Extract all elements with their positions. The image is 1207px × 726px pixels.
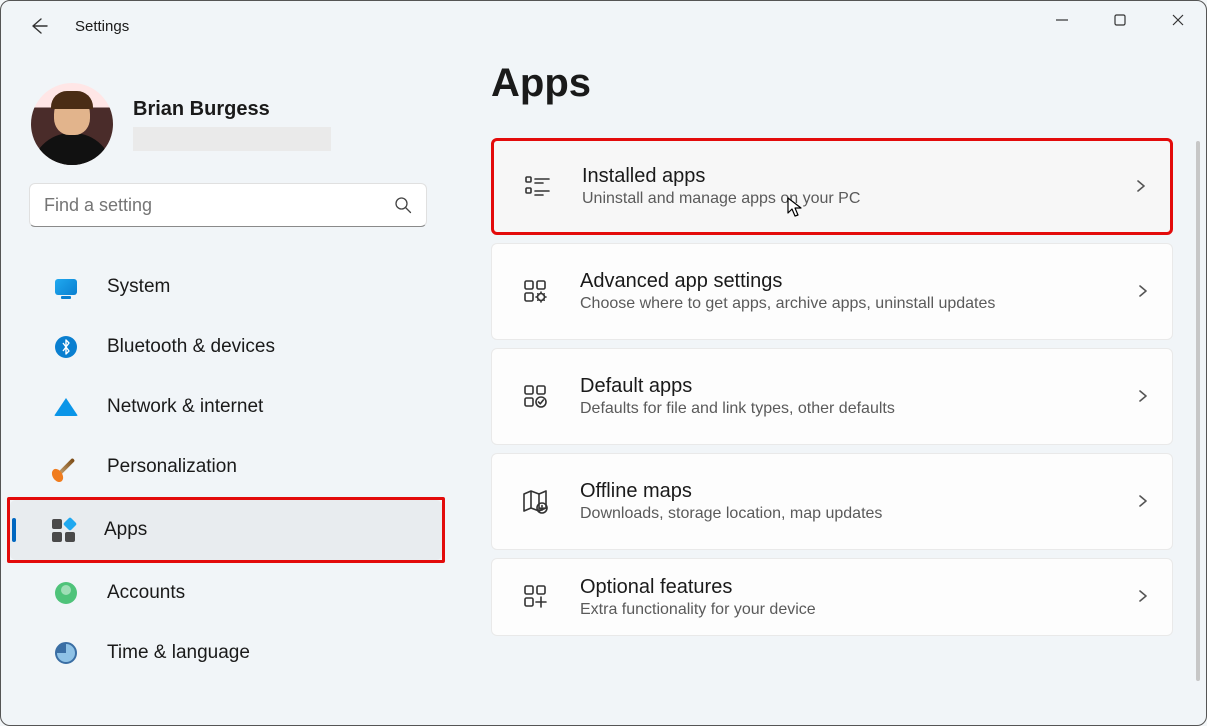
chevron-right-icon xyxy=(1136,284,1152,300)
content: Apps Installed apps Uninstall and manage… xyxy=(451,51,1206,725)
offline-maps-icon xyxy=(522,488,550,516)
card-desc: Defaults for file and link types, other … xyxy=(580,400,1136,418)
nav-bluetooth[interactable]: Bluetooth & devices xyxy=(13,317,439,377)
nav-time[interactable]: Time & language xyxy=(13,623,439,683)
chevron-right-icon xyxy=(1136,389,1152,405)
user-email-redacted xyxy=(133,127,331,151)
highlight-annotation-nav: Apps xyxy=(7,497,445,563)
card-title: Advanced app settings xyxy=(580,270,1136,293)
nav-accounts[interactable]: Accounts xyxy=(13,563,439,623)
avatar xyxy=(31,83,113,165)
brush-icon xyxy=(53,454,79,480)
page-title: Apps xyxy=(491,61,1176,106)
optional-features-icon xyxy=(522,583,550,611)
cards-list: Installed apps Uninstall and manage apps… xyxy=(491,138,1173,636)
nav-apps[interactable]: Apps xyxy=(10,500,442,560)
back-button[interactable] xyxy=(27,14,51,38)
chevron-right-icon xyxy=(1134,179,1150,195)
nav-label: Time & language xyxy=(107,642,250,664)
card-title: Installed apps xyxy=(582,165,1134,188)
chevron-right-icon xyxy=(1136,494,1152,510)
user-profile[interactable]: Brian Burgess xyxy=(1,61,451,183)
card-desc: Downloads, storage location, map updates xyxy=(580,505,1136,523)
card-advanced-app-settings[interactable]: Advanced app settings Choose where to ge… xyxy=(491,243,1173,340)
titlebar: Settings xyxy=(1,1,1206,51)
card-default-apps[interactable]: Default apps Defaults for file and link … xyxy=(491,348,1173,445)
window-title: Settings xyxy=(75,18,129,35)
nav-network[interactable]: Network & internet xyxy=(13,377,439,437)
chevron-right-icon xyxy=(1136,589,1152,605)
card-installed-apps[interactable]: Installed apps Uninstall and manage apps… xyxy=(491,138,1173,235)
card-desc: Uninstall and manage apps on your PC xyxy=(582,190,1134,208)
user-name: Brian Burgess xyxy=(133,98,331,121)
apps-icon xyxy=(50,517,76,543)
nav-label: Personalization xyxy=(107,456,237,478)
card-title: Offline maps xyxy=(580,480,1136,503)
search-input[interactable] xyxy=(44,195,394,216)
clock-icon xyxy=(53,640,79,666)
nav-label: System xyxy=(107,276,170,298)
nav-label: Apps xyxy=(104,519,147,541)
close-button[interactable] xyxy=(1149,0,1207,40)
card-offline-maps[interactable]: Offline maps Downloads, storage location… xyxy=(491,453,1173,550)
advanced-app-icon xyxy=(522,278,550,306)
card-optional-features[interactable]: Optional features Extra functionality fo… xyxy=(491,558,1173,636)
installed-apps-icon xyxy=(524,173,552,201)
maximize-button[interactable] xyxy=(1091,0,1149,40)
accounts-icon xyxy=(53,580,79,606)
system-icon xyxy=(53,274,79,300)
nav-label: Network & internet xyxy=(107,396,263,418)
wifi-icon xyxy=(53,394,79,420)
card-title: Default apps xyxy=(580,375,1136,398)
search-box[interactable] xyxy=(29,183,427,227)
scrollbar[interactable] xyxy=(1196,141,1200,681)
card-desc: Choose where to get apps, archive apps, … xyxy=(580,295,1136,313)
bluetooth-icon xyxy=(53,334,79,360)
nav: System Bluetooth & devices Network & int… xyxy=(1,257,451,683)
search-icon xyxy=(394,196,412,214)
default-apps-icon xyxy=(522,383,550,411)
card-title: Optional features xyxy=(580,576,1136,599)
settings-window: Settings Brian Burgess xyxy=(0,0,1207,726)
nav-label: Accounts xyxy=(107,582,185,604)
card-desc: Extra functionality for your device xyxy=(580,601,1136,619)
nav-personalization[interactable]: Personalization xyxy=(13,437,439,497)
window-controls xyxy=(1033,0,1207,40)
nav-system[interactable]: System xyxy=(13,257,439,317)
minimize-button[interactable] xyxy=(1033,0,1091,40)
nav-label: Bluetooth & devices xyxy=(107,336,275,358)
sidebar: Brian Burgess System xyxy=(1,51,451,725)
user-info: Brian Burgess xyxy=(133,98,331,151)
